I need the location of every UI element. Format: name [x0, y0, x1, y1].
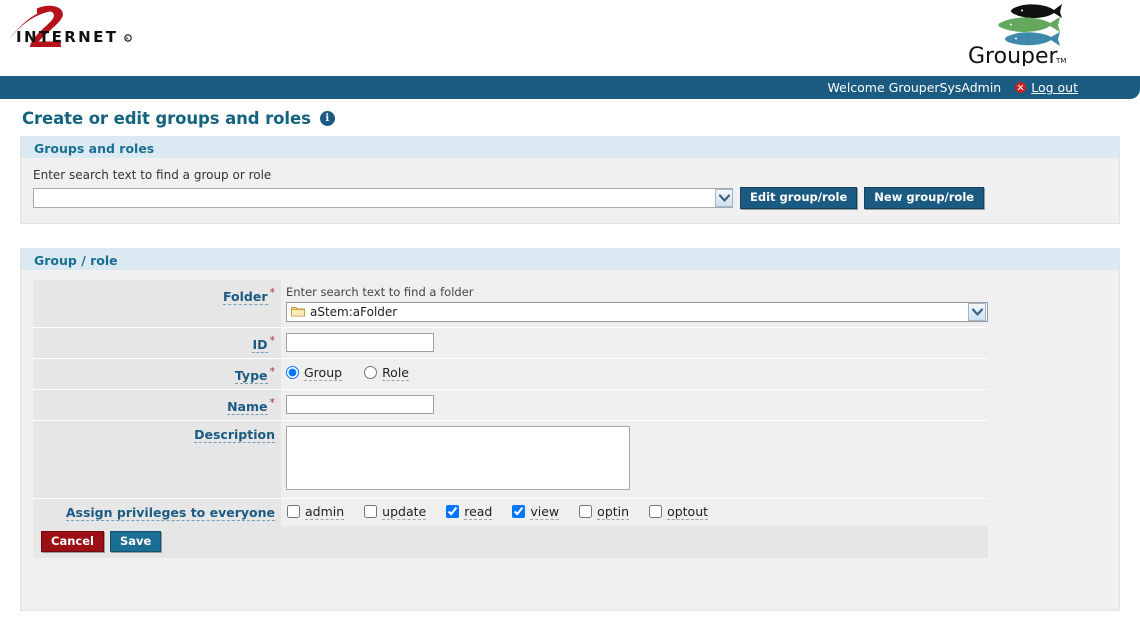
name-input[interactable]: [286, 394, 434, 414]
id-required-marker: *: [269, 333, 276, 347]
privilege-read[interactable]: read: [446, 504, 493, 520]
folder-label[interactable]: Folder: [223, 288, 268, 305]
type-option-role-label[interactable]: Role: [382, 365, 409, 381]
logout-link[interactable]: Log out: [1031, 80, 1078, 95]
type-radio-group: Group Role: [286, 364, 982, 381]
privilege-admin[interactable]: admin: [287, 504, 345, 520]
folder-value[interactable]: aStem:aFolder: [310, 305, 968, 319]
privileges-value-cell: admin update read view optin optout: [281, 498, 988, 526]
form-actions: Cancel Save: [33, 525, 988, 559]
fish-black: [1011, 4, 1062, 19]
type-option-group-label[interactable]: Group: [304, 365, 343, 381]
folder-combo[interactable]: aStem:aFolder: [286, 301, 988, 322]
svg-text:Grouper: Grouper: [968, 44, 1059, 66]
privilege-view-label[interactable]: view: [530, 504, 560, 520]
groups-and-roles-panel-body: Enter search text to find a group or rol…: [21, 158, 1119, 223]
type-radio-group-input[interactable]: [286, 366, 299, 380]
group-search-combo[interactable]: [33, 187, 733, 208]
group-search-label: Enter search text to find a group or rol…: [33, 168, 272, 182]
name-value-cell: [281, 389, 988, 421]
privilege-admin-label[interactable]: admin: [305, 504, 345, 520]
type-required-marker: *: [269, 364, 276, 378]
form-row-privileges: Assign privileges to everyone admin upda…: [33, 498, 988, 526]
group-search-row: Edit group/role New group/role: [33, 187, 1107, 209]
type-option-role[interactable]: Role: [364, 365, 409, 381]
privileges-checkbox-list: admin update read view optin optout: [287, 504, 982, 520]
privilege-update[interactable]: update: [364, 504, 427, 520]
privilege-read-checkbox[interactable]: [446, 505, 460, 519]
privilege-admin-checkbox[interactable]: [287, 505, 300, 519]
welcome-text: Welcome GrouperSysAdmin: [827, 80, 1002, 95]
description-textarea[interactable]: [286, 425, 630, 490]
description-label-cell: Description: [33, 420, 281, 499]
privilege-optout-label[interactable]: optout: [667, 504, 709, 520]
groups-and-roles-panel: Groups and roles Enter search text to fi…: [20, 136, 1120, 224]
privileges-label-cell: Assign privileges to everyone: [33, 498, 281, 526]
chevron-down-icon[interactable]: [715, 188, 733, 207]
form-row-id: ID *: [33, 327, 988, 359]
folder-icon: [291, 306, 305, 317]
privilege-optout-checkbox[interactable]: [649, 505, 663, 519]
page-title-row: Create or edit groups and roles i: [0, 99, 1140, 136]
privilege-update-checkbox[interactable]: [364, 505, 378, 519]
group-role-form: Folder * Enter search text to find a fold…: [21, 270, 1119, 611]
id-input[interactable]: [286, 332, 434, 352]
form-row-name: Name *: [33, 389, 988, 421]
type-label-cell: Type *: [33, 358, 281, 390]
form-row-description: Description: [33, 420, 988, 499]
description-label[interactable]: Description: [194, 426, 275, 443]
group-role-panel-header: Group / role: [21, 247, 1119, 270]
id-label-cell: ID *: [33, 327, 281, 359]
welcome-bar: Welcome GrouperSysAdmin Log out: [0, 76, 1140, 99]
type-option-group[interactable]: Group: [286, 365, 343, 381]
groups-and-roles-panel-header: Groups and roles: [21, 136, 1119, 158]
description-value-cell: [281, 420, 988, 499]
folder-hint: Enter search text to find a folder: [286, 284, 474, 299]
privilege-optin-checkbox[interactable]: [579, 505, 593, 519]
privileges-label[interactable]: Assign privileges to everyone: [65, 504, 275, 521]
cancel-button[interactable]: Cancel: [41, 530, 104, 553]
logout-control[interactable]: Log out: [1015, 80, 1078, 95]
form-row-type: Type * Group Role: [33, 358, 988, 390]
privilege-optout[interactable]: optout: [649, 504, 709, 520]
type-value-cell: Group Role: [281, 358, 988, 390]
privilege-read-label[interactable]: read: [464, 504, 493, 520]
group-role-panel: Group / role Folder * Enter search text t…: [20, 247, 1120, 612]
info-icon[interactable]: i: [319, 111, 335, 126]
type-label[interactable]: Type: [234, 367, 268, 384]
logo-band: INTERNET R Grouper TM: [0, 0, 1140, 76]
app-page: INTERNET R Grouper TM Welcome GrouperSys…: [0, 0, 1140, 626]
new-group-role-button[interactable]: New group/role: [864, 187, 985, 209]
privilege-optin-label[interactable]: optin: [597, 504, 630, 520]
folder-label-cell: Folder *: [33, 279, 281, 328]
privilege-optin[interactable]: optin: [579, 504, 630, 520]
name-label[interactable]: Name: [227, 398, 268, 415]
folder-required-marker: *: [269, 285, 276, 299]
privilege-view-checkbox[interactable]: [512, 505, 526, 519]
id-label[interactable]: ID: [252, 336, 268, 353]
group-role-form-table: Folder * Enter search text to find a fold…: [33, 279, 988, 526]
edit-group-role-button[interactable]: Edit group/role: [740, 187, 858, 209]
page-title: Create or edit groups and roles: [22, 109, 311, 128]
internet2-logo: INTERNET R: [0, 5, 140, 71]
name-required-marker: *: [269, 395, 276, 409]
name-label-cell: Name *: [33, 389, 281, 421]
type-radio-role-input[interactable]: [364, 366, 378, 380]
form-row-folder: Folder * Enter search text to find a fold…: [33, 279, 988, 328]
svg-text:INTERNET: INTERNET: [16, 28, 118, 46]
error-circle-icon: [1015, 82, 1027, 93]
svg-text:TM: TM: [1055, 57, 1066, 65]
save-button[interactable]: Save: [109, 530, 162, 553]
privilege-view[interactable]: view: [512, 504, 560, 520]
svg-text:R: R: [126, 37, 130, 43]
privilege-update-label[interactable]: update: [382, 504, 427, 520]
panel-bottom-spacer: [21, 558, 1119, 610]
folder-chevron-down-icon[interactable]: [968, 302, 986, 321]
fish-green: [998, 17, 1060, 32]
group-search-input[interactable]: [34, 188, 715, 207]
grouper-logo: Grouper TM: [968, 2, 1088, 69]
folder-value-cell: Enter search text to find a folder aStem…: [281, 279, 988, 328]
id-value-cell: [281, 327, 988, 359]
